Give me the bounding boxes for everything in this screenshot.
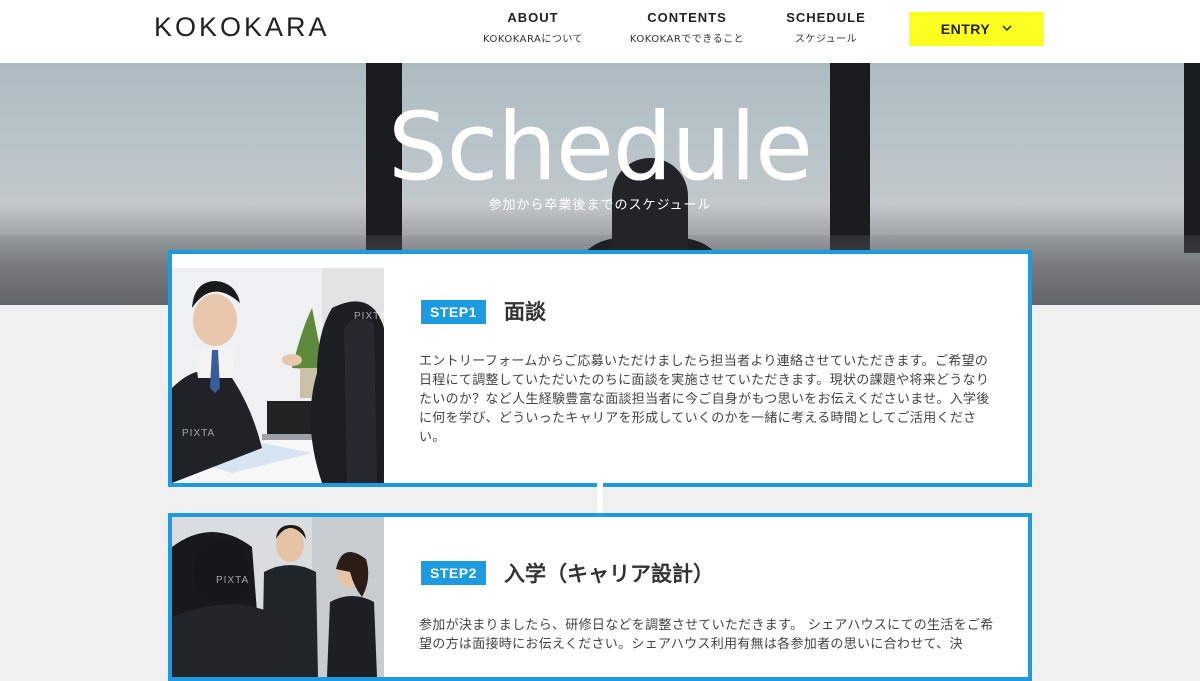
step2-photo: PIXTA <box>172 517 384 677</box>
nav-about[interactable]: ABOUT KOKOKARAについて <box>480 10 586 45</box>
site-header: KOKOKARA ABOUT KOKOKARAについて CONTENTS KOK… <box>0 0 1200 63</box>
step1-photo: PIXTA PIXTA <box>172 268 384 483</box>
photo-watermark: PIXTA <box>182 428 216 439</box>
step2-title: 入学（キャリア設計） <box>504 562 714 586</box>
nav-about-label: ABOUT <box>507 10 559 25</box>
chevron-down-icon <box>1002 23 1012 35</box>
nav-about-sub: KOKOKARAについて <box>482 34 584 45</box>
page-title: Schedule <box>388 93 813 202</box>
page-subtitle: 参加から卒業後までのスケジュール <box>488 198 712 213</box>
site-logo[interactable]: KOKOKARA <box>154 12 330 43</box>
step1-description: エントリーフォームからご応募いただけましたら担当者より連絡させていただきます。ご… <box>419 354 990 445</box>
entry-button[interactable]: ENTRY <box>909 12 1044 46</box>
step-card-2: PIXTA STEP2 入学（キャリア設計） 参加が決まりましたら、研修日などを… <box>168 513 1032 681</box>
step1-title: 面談 <box>504 300 546 324</box>
nav-schedule-sub: スケジュール <box>794 34 858 45</box>
nav-contents-label: CONTENTS <box>647 10 727 25</box>
entry-button-label: ENTRY <box>940 21 991 37</box>
nav-schedule-label: SCHEDULE <box>786 10 866 25</box>
step-card-1: PIXTA PIXTA STEP1 面談 エントリーフォームからご応募いただけま… <box>168 250 1032 487</box>
nav-contents[interactable]: CONTENTS KOKOKARでできること <box>626 10 748 45</box>
nav-schedule[interactable]: SCHEDULE スケジュール <box>785 10 867 45</box>
step2-badge: STEP2 <box>421 561 486 585</box>
photo-watermark: PIXTA <box>354 311 384 322</box>
step-connector <box>597 483 603 513</box>
step2-description: 参加が決まりましたら、研修日などを調整させていただきます。 シェアハウスにての生… <box>419 618 994 652</box>
nav-contents-sub: KOKOKARでできること <box>629 34 745 45</box>
step1-badge: STEP1 <box>421 300 486 324</box>
photo-watermark: PIXTA <box>216 575 250 586</box>
